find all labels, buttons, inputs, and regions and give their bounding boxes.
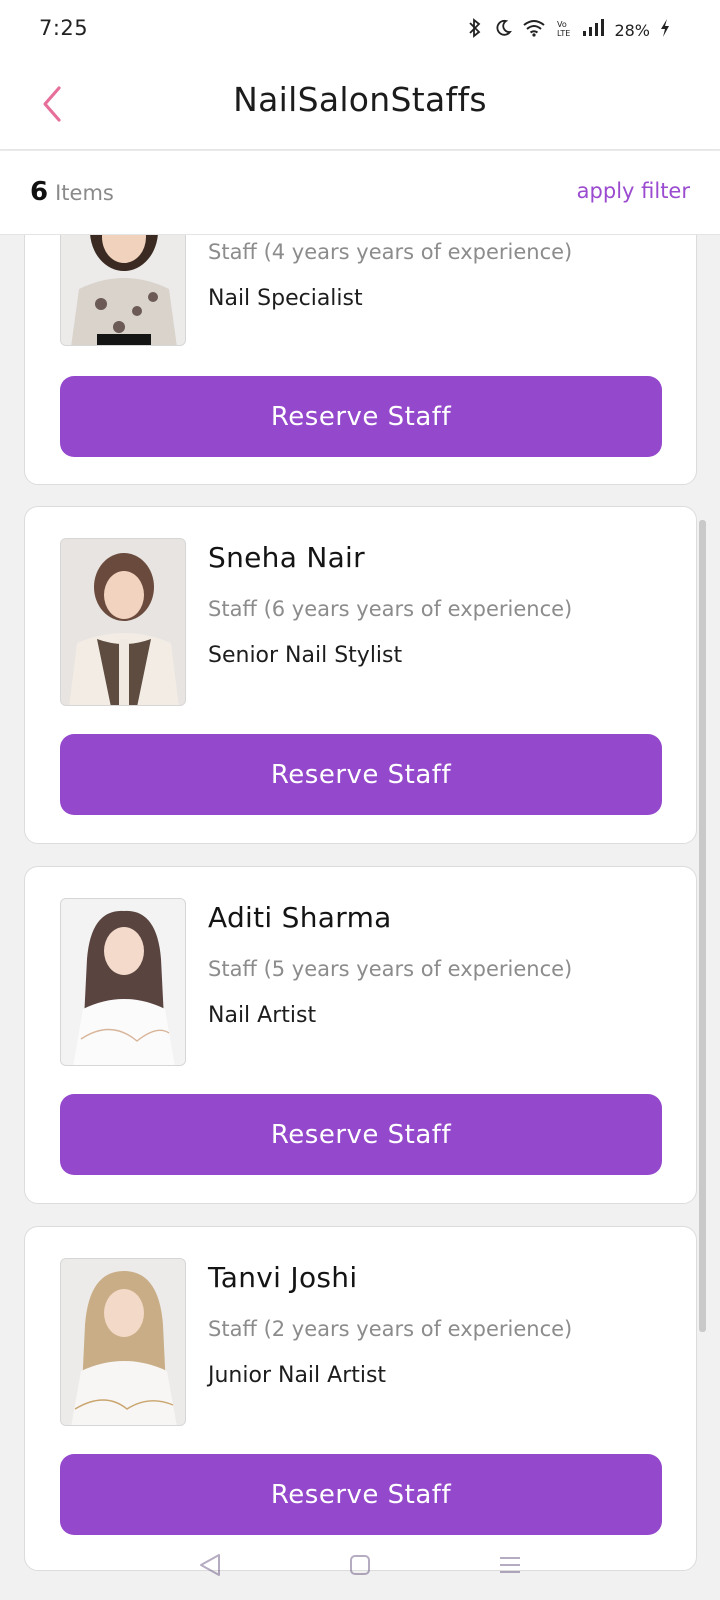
item-count-number: 6: [30, 177, 49, 207]
item-count-label: Items: [55, 181, 114, 205]
svg-text:Vo: Vo: [557, 20, 567, 29]
scrollbar[interactable]: [699, 520, 706, 1332]
status-time: 7:25: [39, 16, 89, 40]
triangle-back-icon: [200, 1554, 220, 1576]
nav-home-button[interactable]: [340, 1545, 380, 1585]
status-icons: Vo LTE 28%: [466, 18, 670, 43]
staff-photo: [60, 538, 186, 706]
reserve-staff-button[interactable]: Reserve Staff: [60, 376, 662, 457]
staff-card: Staff (4 years years of experience) Nail…: [24, 235, 697, 485]
system-nav-bar: [0, 1540, 720, 1590]
staff-photo: [60, 1258, 186, 1426]
staff-name: Tanvi Joshi: [208, 1261, 358, 1294]
page-title: NailSalonStaffs: [233, 80, 487, 119]
signal-icon: [582, 19, 605, 42]
reserve-staff-button[interactable]: Reserve Staff: [60, 1094, 662, 1175]
staff-photo: [60, 235, 186, 346]
nav-menu-button[interactable]: [490, 1545, 530, 1585]
staff-role: Nail Artist: [208, 1003, 317, 1028]
staff-list[interactable]: Staff (4 years years of experience) Nail…: [0, 235, 720, 1600]
svg-text:LTE: LTE: [557, 29, 570, 38]
staff-experience: Staff (6 years years of experience): [208, 597, 573, 621]
app-header: NailSalonStaffs: [0, 62, 720, 150]
staff-experience: Staff (2 years years of experience): [208, 1317, 573, 1341]
nav-back-button[interactable]: [190, 1545, 230, 1585]
volte-icon: Vo LTE: [556, 18, 572, 43]
reserve-staff-button[interactable]: Reserve Staff: [60, 1454, 662, 1535]
staff-name: Sneha Nair: [208, 541, 365, 574]
status-bar: 7:25 Vo LTE 28%: [0, 0, 720, 62]
moon-icon: [494, 19, 513, 42]
staff-role: Senior Nail Stylist: [208, 643, 403, 668]
staff-experience: Staff (4 years years of experience): [208, 240, 573, 264]
staff-card: Sneha Nair Staff (6 years years of exper…: [24, 506, 697, 844]
staff-role: Nail Specialist: [208, 286, 363, 311]
battery-level: 28%: [614, 21, 650, 40]
charging-icon: [660, 18, 670, 43]
staff-card: Tanvi Joshi Staff (2 years years of expe…: [24, 1226, 697, 1571]
bluetooth-icon: [466, 18, 484, 43]
filter-bar: 6 Items apply filter: [0, 151, 720, 235]
reserve-staff-button[interactable]: Reserve Staff: [60, 734, 662, 815]
staff-experience: Staff (5 years years of experience): [208, 957, 573, 981]
square-home-icon: [350, 1555, 370, 1575]
staff-card: Aditi Sharma Staff (5 years years of exp…: [24, 866, 697, 1204]
wifi-icon: [522, 19, 546, 42]
staff-name: Aditi Sharma: [208, 901, 392, 934]
apply-filter-link[interactable]: apply filter: [577, 179, 690, 203]
staff-role: Junior Nail Artist: [208, 1363, 387, 1388]
menu-lines-icon: [500, 1557, 520, 1573]
staff-photo: [60, 898, 186, 1066]
item-count: 6 Items: [30, 177, 114, 207]
